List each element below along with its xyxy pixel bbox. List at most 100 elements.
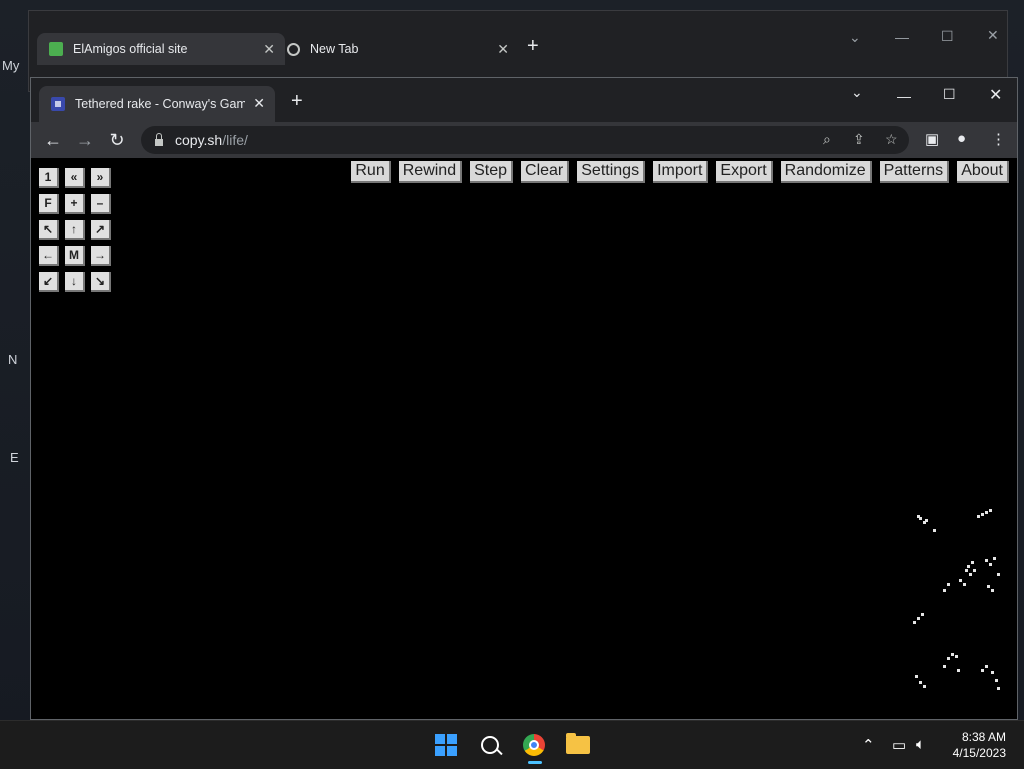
pan-down-right-button[interactable]: ↘: [91, 272, 111, 292]
chevron-down-icon[interactable]: ⌄: [849, 29, 861, 46]
pan-down-left-button[interactable]: ↙: [39, 272, 59, 292]
chrome-taskbar-button[interactable]: [518, 729, 550, 761]
new-tab-icon[interactable]: +: [291, 90, 303, 113]
close-icon[interactable]: ✕: [263, 41, 275, 58]
live-cell: [985, 511, 988, 514]
minimize-icon[interactable]: —: [897, 88, 911, 104]
live-cell: [947, 583, 950, 586]
taskbar: ⌃ ▭ 🔈︎ 8:38 AM 4/15/2023: [0, 720, 1024, 769]
star-bookmark-icon[interactable]: ☆: [885, 131, 898, 148]
live-cell: [915, 675, 918, 678]
live-cell: [917, 617, 920, 620]
live-cells-cluster: [897, 499, 1017, 719]
live-cell: [981, 669, 984, 672]
close-icon[interactable]: ✕: [253, 95, 265, 112]
maximize-icon[interactable]: ☐: [941, 28, 954, 45]
live-cell: [995, 679, 998, 682]
pan-up-button[interactable]: ↑: [65, 220, 85, 240]
import-button[interactable]: Import: [653, 161, 709, 183]
one-to-one-button[interactable]: 1: [39, 168, 59, 188]
tab-new-tab[interactable]: New Tab ✕: [287, 33, 509, 65]
live-cell: [967, 565, 970, 568]
clock-time: 8:38 AM: [961, 730, 1006, 744]
rewind-button[interactable]: Rewind: [398, 161, 463, 183]
clear-button[interactable]: Clear: [521, 161, 570, 183]
live-cell: [921, 613, 924, 616]
randomize-button[interactable]: Randomize: [780, 161, 872, 183]
minimize-icon[interactable]: —: [895, 29, 909, 45]
windows-logo-icon: [435, 734, 457, 756]
close-window-icon[interactable]: ✕: [987, 27, 999, 44]
live-cell: [957, 669, 960, 672]
chevron-up-icon[interactable]: ⌃: [862, 736, 875, 754]
live-cell: [955, 655, 958, 658]
tab-elamigos[interactable]: ElAmigos official site ✕: [37, 33, 285, 65]
pan-up-right-button[interactable]: ↗: [91, 220, 111, 240]
chevron-down-icon[interactable]: ⌄: [851, 84, 863, 101]
live-cell: [913, 621, 916, 624]
pan-right-button[interactable]: →: [91, 246, 111, 266]
close-window-icon[interactable]: ✕: [989, 85, 1002, 105]
back-arrow-icon[interactable]: ←: [39, 122, 67, 158]
pan-down-button[interactable]: ↓: [65, 272, 85, 292]
zoom-search-icon[interactable]: ⌕: [823, 131, 831, 148]
live-cell: [947, 657, 950, 660]
reload-icon[interactable]: ↻: [103, 122, 131, 158]
elamigos-favicon-icon: [49, 42, 63, 56]
new-tab-icon[interactable]: +: [527, 35, 539, 58]
pan-left-button[interactable]: ←: [39, 246, 59, 266]
fit-pattern-button[interactable]: F: [39, 194, 59, 214]
live-cell: [977, 515, 980, 518]
chrome-icon: [523, 734, 545, 756]
network-icon[interactable]: ▭: [892, 736, 906, 754]
live-cell: [981, 513, 984, 516]
live-cell: [925, 519, 928, 522]
live-cell: [989, 563, 992, 566]
slower-button[interactable]: «: [65, 168, 85, 188]
more-menu-icon[interactable]: ⋮: [991, 130, 1006, 148]
live-cell: [987, 585, 990, 588]
zoom-in-button[interactable]: +: [65, 194, 85, 214]
faster-button[interactable]: »: [91, 168, 111, 188]
close-icon[interactable]: ✕: [497, 41, 509, 58]
about-button[interactable]: About: [957, 161, 1009, 183]
share-icon[interactable]: ⇪: [853, 131, 865, 148]
browser-window[interactable]: Tethered rake - Conway's Game of Life ✕ …: [30, 77, 1018, 720]
search-button[interactable]: [474, 729, 506, 761]
maximize-icon[interactable]: ☐: [943, 86, 956, 103]
game-of-life-canvas[interactable]: Run Rewind Step Clear Settings Import Ex…: [31, 158, 1017, 719]
clock-date: 4/15/2023: [952, 746, 1006, 760]
patterns-button[interactable]: Patterns: [879, 161, 950, 183]
step-button[interactable]: Step: [470, 161, 514, 183]
system-clock[interactable]: 8:38 AM 4/15/2023: [953, 729, 1006, 761]
desktop-label-3: E: [10, 450, 19, 465]
live-cell: [923, 685, 926, 688]
side-panel-icon[interactable]: ▣: [925, 130, 939, 148]
live-cell: [919, 681, 922, 684]
live-cell: [919, 517, 922, 520]
live-cell: [951, 653, 954, 656]
live-cell: [943, 665, 946, 668]
center-middle-button[interactable]: M: [65, 246, 85, 266]
chrome-icon: [287, 42, 300, 56]
live-cell: [985, 665, 988, 668]
volume-icon[interactable]: 🔈︎: [916, 736, 925, 753]
file-explorer-button[interactable]: [562, 729, 594, 761]
zoom-out-button[interactable]: –: [91, 194, 111, 214]
export-button[interactable]: Export: [716, 161, 773, 183]
folder-icon: [566, 733, 590, 754]
start-button[interactable]: [430, 729, 462, 761]
lock-icon[interactable]: [155, 132, 163, 146]
tab-tethered-rake[interactable]: Tethered rake - Conway's Game of Life ✕: [39, 86, 275, 122]
tab-title: ElAmigos official site: [73, 42, 188, 56]
live-cell: [959, 579, 962, 582]
live-cell: [965, 569, 968, 572]
forward-arrow-icon[interactable]: →: [71, 122, 99, 158]
address-bar[interactable]: copy.sh/life/ ⌕ ⇪ ☆: [141, 126, 909, 154]
run-button[interactable]: Run: [351, 161, 391, 183]
pan-up-left-button[interactable]: ↖: [39, 220, 59, 240]
profile-icon[interactable]: ●: [957, 130, 966, 147]
tab-title: Tethered rake - Conway's Game of Life: [75, 97, 245, 111]
navigation-pad: 1 « » F + – ↖ ↑ ↗ ← M → ↙ ↓ ↘: [39, 168, 111, 298]
settings-button[interactable]: Settings: [577, 161, 646, 183]
